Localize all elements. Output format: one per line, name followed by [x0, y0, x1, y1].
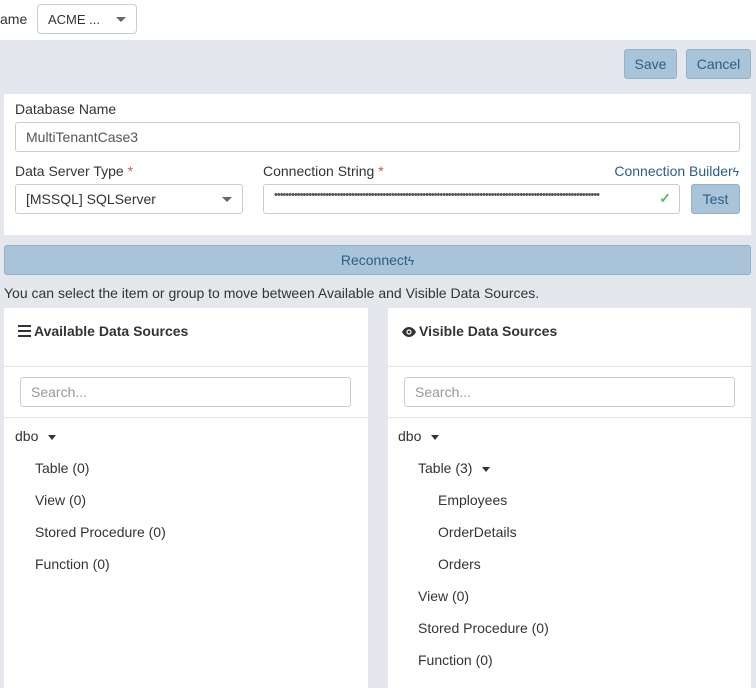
tree-item[interactable]: View (0): [418, 588, 469, 604]
connection-string-label: Connection String *: [263, 163, 384, 179]
tenant-bar: ame ACME ...: [0, 0, 756, 40]
available-search-input[interactable]: [20, 377, 351, 407]
tree-group-label: Table (3): [418, 460, 473, 476]
tree-item[interactable]: Table (0): [35, 460, 89, 476]
database-name-input[interactable]: MultiTenantCase3: [15, 122, 740, 152]
hint-text: You can select the item or group to move…: [4, 285, 540, 301]
tree-group-table[interactable]: Table (3): [418, 460, 491, 476]
server-type-label: Data Server Type *: [15, 163, 133, 179]
required-mark: *: [127, 163, 134, 179]
bolt-icon: ϟ: [732, 165, 739, 179]
tenant-select-value: ACME ...: [48, 12, 101, 27]
tree-group-label: dbo: [398, 428, 422, 444]
tree-group-dbo[interactable]: dbo: [398, 428, 440, 444]
tenant-name-label: ame: [0, 11, 28, 27]
connection-builder-link[interactable]: Connection Builderϟ: [614, 163, 739, 179]
chevron-down-icon: [222, 197, 232, 202]
available-panel-title: Available Data Sources: [18, 323, 188, 339]
connection-string-value: ••••••••••••••••••••••••••••••••••••••••…: [274, 189, 600, 201]
server-type-label-text: Data Server Type: [15, 163, 124, 179]
list-icon: [18, 325, 31, 337]
eye-icon: [402, 327, 416, 337]
visible-data-sources-panel: Visible Data Sources dbo Table (3) Emplo…: [388, 308, 751, 688]
caret-down-icon: [48, 434, 57, 440]
database-name-label: Database Name: [15, 101, 117, 117]
tree-group-dbo[interactable]: dbo: [15, 428, 57, 444]
tree-item[interactable]: Function (0): [35, 556, 110, 572]
tree-item[interactable]: Function (0): [418, 652, 493, 668]
visible-panel-title: Visible Data Sources: [402, 323, 557, 339]
visible-search-input[interactable]: [404, 377, 735, 407]
available-panel-title-text: Available Data Sources: [34, 323, 189, 339]
database-name-value: MultiTenantCase3: [26, 129, 139, 145]
connection-string-label-text: Connection String: [263, 163, 375, 179]
test-connection-button[interactable]: Test: [691, 184, 740, 214]
database-form: Database Name MultiTenantCase3 Data Serv…: [4, 94, 751, 235]
reconnect-label: Reconnect: [340, 252, 408, 268]
tree-item[interactable]: OrderDetails: [438, 524, 517, 540]
visible-search-field[interactable]: [405, 378, 734, 406]
tree-item[interactable]: Orders: [438, 556, 481, 572]
tree-item[interactable]: Stored Procedure (0): [35, 524, 166, 540]
available-panel-header: Available Data Sources: [4, 308, 368, 367]
bolt-icon: ϟ: [407, 254, 415, 268]
caret-down-icon: [482, 466, 491, 472]
connection-builder-label: Connection Builder: [614, 163, 733, 179]
divider: [388, 417, 751, 418]
required-mark: *: [378, 163, 384, 179]
tree-item[interactable]: Employees: [438, 492, 507, 508]
tree-group-label: dbo: [15, 428, 39, 444]
divider: [4, 417, 368, 418]
reconnect-button[interactable]: Reconnectϟ: [4, 245, 751, 275]
available-search-field[interactable]: [21, 378, 350, 406]
tree-item[interactable]: Stored Procedure (0): [418, 620, 549, 636]
tree-item[interactable]: View (0): [35, 492, 86, 508]
chevron-down-icon: [116, 17, 126, 22]
tenant-select[interactable]: ACME ...: [37, 4, 137, 34]
caret-down-icon: [431, 434, 440, 440]
save-button[interactable]: Save: [624, 49, 677, 79]
check-icon: ✓: [659, 190, 671, 206]
visible-panel-header: Visible Data Sources: [388, 308, 751, 367]
visible-panel-title-text: Visible Data Sources: [419, 323, 558, 339]
cancel-button[interactable]: Cancel: [686, 49, 751, 79]
available-data-sources-panel: Available Data Sources dbo Table (0) Vie…: [4, 308, 368, 688]
server-type-value: [MSSQL] SQLServer: [26, 191, 156, 207]
connection-string-input[interactable]: ••••••••••••••••••••••••••••••••••••••••…: [263, 184, 680, 214]
server-type-select[interactable]: [MSSQL] SQLServer: [15, 184, 243, 214]
